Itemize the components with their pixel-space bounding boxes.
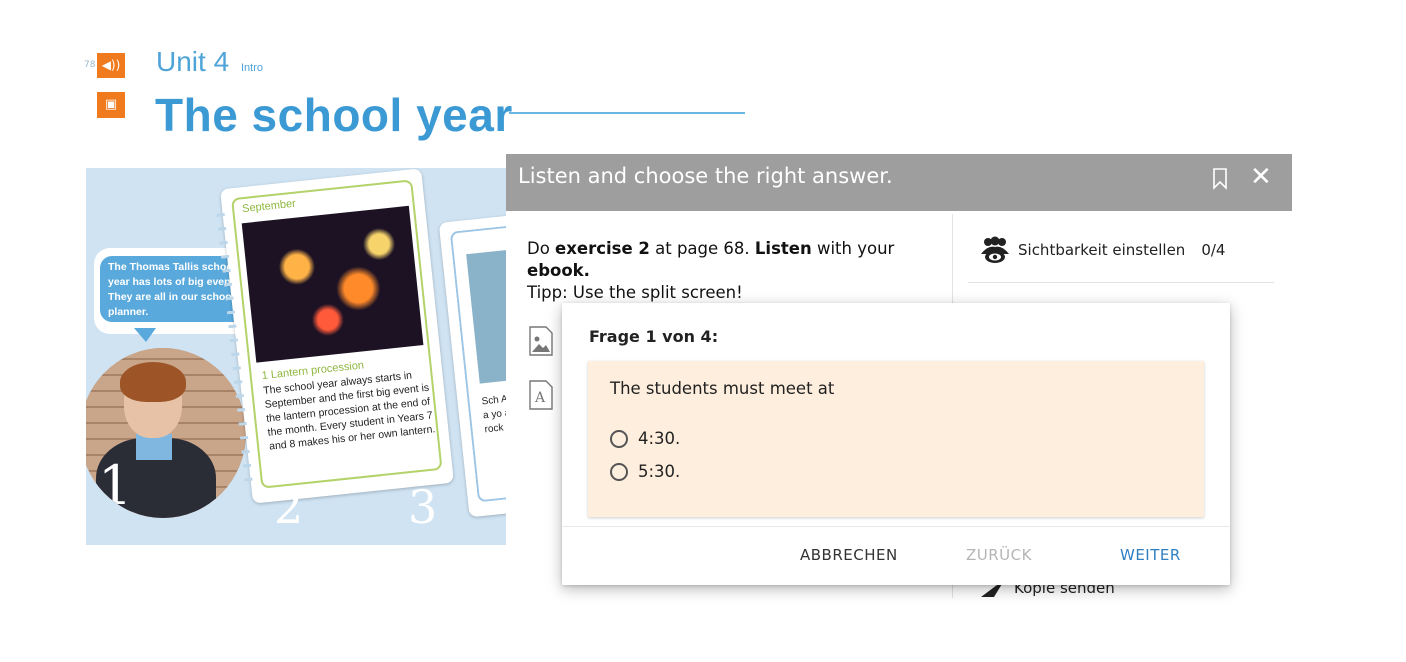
unit-title: Unit 4	[156, 46, 230, 77]
card-number-1: 1	[98, 454, 133, 517]
question-text: The students must meet at	[610, 379, 835, 398]
group-visibility-icon	[981, 236, 1009, 263]
radio-button[interactable]	[610, 462, 628, 481]
answer-option-2[interactable]: 5:30.	[610, 462, 680, 481]
modal-title: Listen and choose the right answer.	[518, 164, 893, 188]
student-portrait: 1	[86, 348, 246, 518]
answer-option-1[interactable]: 4:30.	[610, 429, 680, 448]
visibility-setting[interactable]: Sichtbarkeit einstellen 0/4	[980, 236, 1225, 264]
textbook-illustration: The Thomas Tallis school year has lots o…	[86, 168, 508, 545]
modal-header: Listen and choose the right answer. ✕	[506, 154, 1292, 211]
tip-text: Tipp: Use the split screen!	[527, 283, 743, 302]
answer-label: 5:30.	[638, 462, 681, 481]
title-rule	[509, 112, 745, 114]
back-button[interactable]: ZURÜCK	[966, 546, 1032, 564]
svg-text:A: A	[534, 390, 546, 406]
text-file-icon[interactable]: A	[528, 380, 554, 410]
question-dialog: Frage 1 von 4: The students must meet at…	[562, 303, 1230, 585]
image-file-icon[interactable]	[528, 326, 554, 356]
cancel-button[interactable]: ABBRECHEN	[800, 546, 898, 564]
unit-subtitle: Intro	[241, 62, 264, 74]
card-number-3: 3	[408, 480, 438, 534]
radio-button[interactable]	[610, 429, 628, 448]
video-icon[interactable]: ▣	[97, 92, 125, 118]
planner-card-september: September 1 Lantern procession The schoo…	[216, 168, 454, 504]
speech-bubble-tail	[134, 328, 156, 342]
bookmark-icon[interactable]	[1212, 168, 1228, 190]
visibility-label: Sichtbarkeit einstellen	[1018, 241, 1186, 259]
lantern-photo	[241, 205, 424, 363]
page-title: The school year	[155, 89, 513, 141]
question-counter: Frage 1 von 4:	[589, 327, 719, 346]
answer-label: 4:30.	[638, 429, 681, 448]
next-button[interactable]: WEITER	[1120, 546, 1181, 564]
close-icon[interactable]: ✕	[1250, 162, 1272, 192]
footer-divider	[562, 526, 1230, 527]
card-number-2: 2	[274, 480, 304, 534]
side-divider	[968, 282, 1274, 283]
exercise-instruction: Do exercise 2 at page 68. Listen with yo…	[527, 239, 895, 302]
page-ref-number: 78	[84, 60, 96, 70]
question-box: The students must meet at 4:30. 5:30.	[588, 361, 1204, 517]
visibility-count: 0/4	[1201, 241, 1226, 259]
audio-icon[interactable]: ◀))	[97, 53, 125, 78]
